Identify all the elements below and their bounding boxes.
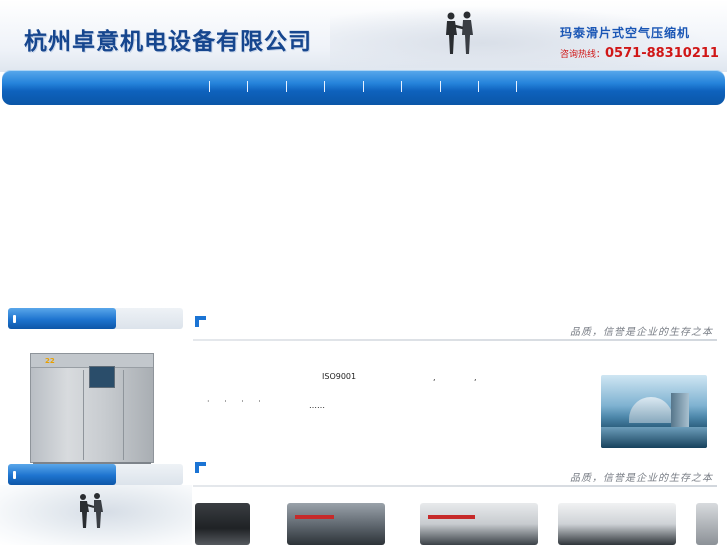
machine-badge: 22	[45, 357, 55, 365]
section-divider	[193, 339, 717, 341]
door-seam	[83, 370, 84, 460]
intro-text-punct: ,	[433, 373, 436, 382]
product-logo-stripe	[428, 515, 476, 519]
intro-text-iso: ISO9001	[322, 372, 357, 381]
building-dome	[629, 397, 673, 423]
nav-separator	[440, 81, 441, 92]
intro-text-dots: · · · ·	[207, 397, 267, 406]
building-reflection	[601, 427, 707, 448]
product-logo-stripe	[295, 515, 335, 519]
hotline-label: 咨询热线：	[560, 50, 606, 60]
nav-separator	[324, 81, 325, 92]
sidebar-tab-products[interactable]	[8, 308, 116, 329]
air-compressor-image[interactable]: 22	[30, 353, 154, 467]
nav-separator	[247, 81, 248, 92]
company-name-reflection: 杭州卓意机电设备有限公司	[24, 36, 312, 50]
control-panel	[89, 366, 115, 388]
read-more-link[interactable]: ……	[309, 401, 325, 410]
nav-separator	[401, 81, 402, 92]
nav-separator	[286, 81, 287, 92]
section-marker-icon	[195, 316, 206, 327]
about-section-header: 品质，信誉是企业的生存之本	[193, 316, 717, 342]
business-handshake-icon	[446, 11, 473, 54]
product-thumbnail[interactable]	[696, 503, 718, 545]
product-thumbnail[interactable]	[558, 503, 676, 545]
company-building-photo[interactable]	[601, 375, 707, 448]
business-handshake-icon	[80, 493, 103, 528]
tab-marker-icon	[13, 471, 16, 479]
building-tower	[671, 393, 689, 427]
nav-separator	[209, 81, 210, 92]
product-thumbnail[interactable]	[420, 503, 538, 545]
about-slogan: 品质，信誉是企业的生存之本	[570, 327, 713, 338]
nav-separator	[363, 81, 364, 92]
door-seam	[123, 370, 124, 460]
product-thumbnail[interactable]	[195, 503, 250, 545]
tab-marker-icon	[13, 315, 16, 323]
section-divider	[193, 485, 717, 487]
section-marker-icon	[195, 462, 206, 473]
nav-separator	[516, 81, 517, 92]
hotline-number: 0571-88310211	[605, 46, 719, 61]
product-thumbnail[interactable]	[287, 503, 385, 545]
nav-separator	[478, 81, 479, 92]
sidebar-tab-contact[interactable]	[8, 464, 116, 485]
products-slogan: 品质，信誉是企业的生存之本	[570, 473, 713, 484]
products-section-header: 品质，信誉是企业的生存之本	[193, 462, 717, 488]
intro-text-punct: ,	[474, 373, 477, 382]
hotline: 咨询热线：0571-88310211	[560, 42, 719, 61]
site-header: 杭州卓意机电设备有限公司 杭州卓意机电设备有限公司 玛泰滑片式空气压缩机 咨询热…	[0, 0, 727, 72]
product-title: 玛泰滑片式空气压缩机	[560, 26, 691, 40]
